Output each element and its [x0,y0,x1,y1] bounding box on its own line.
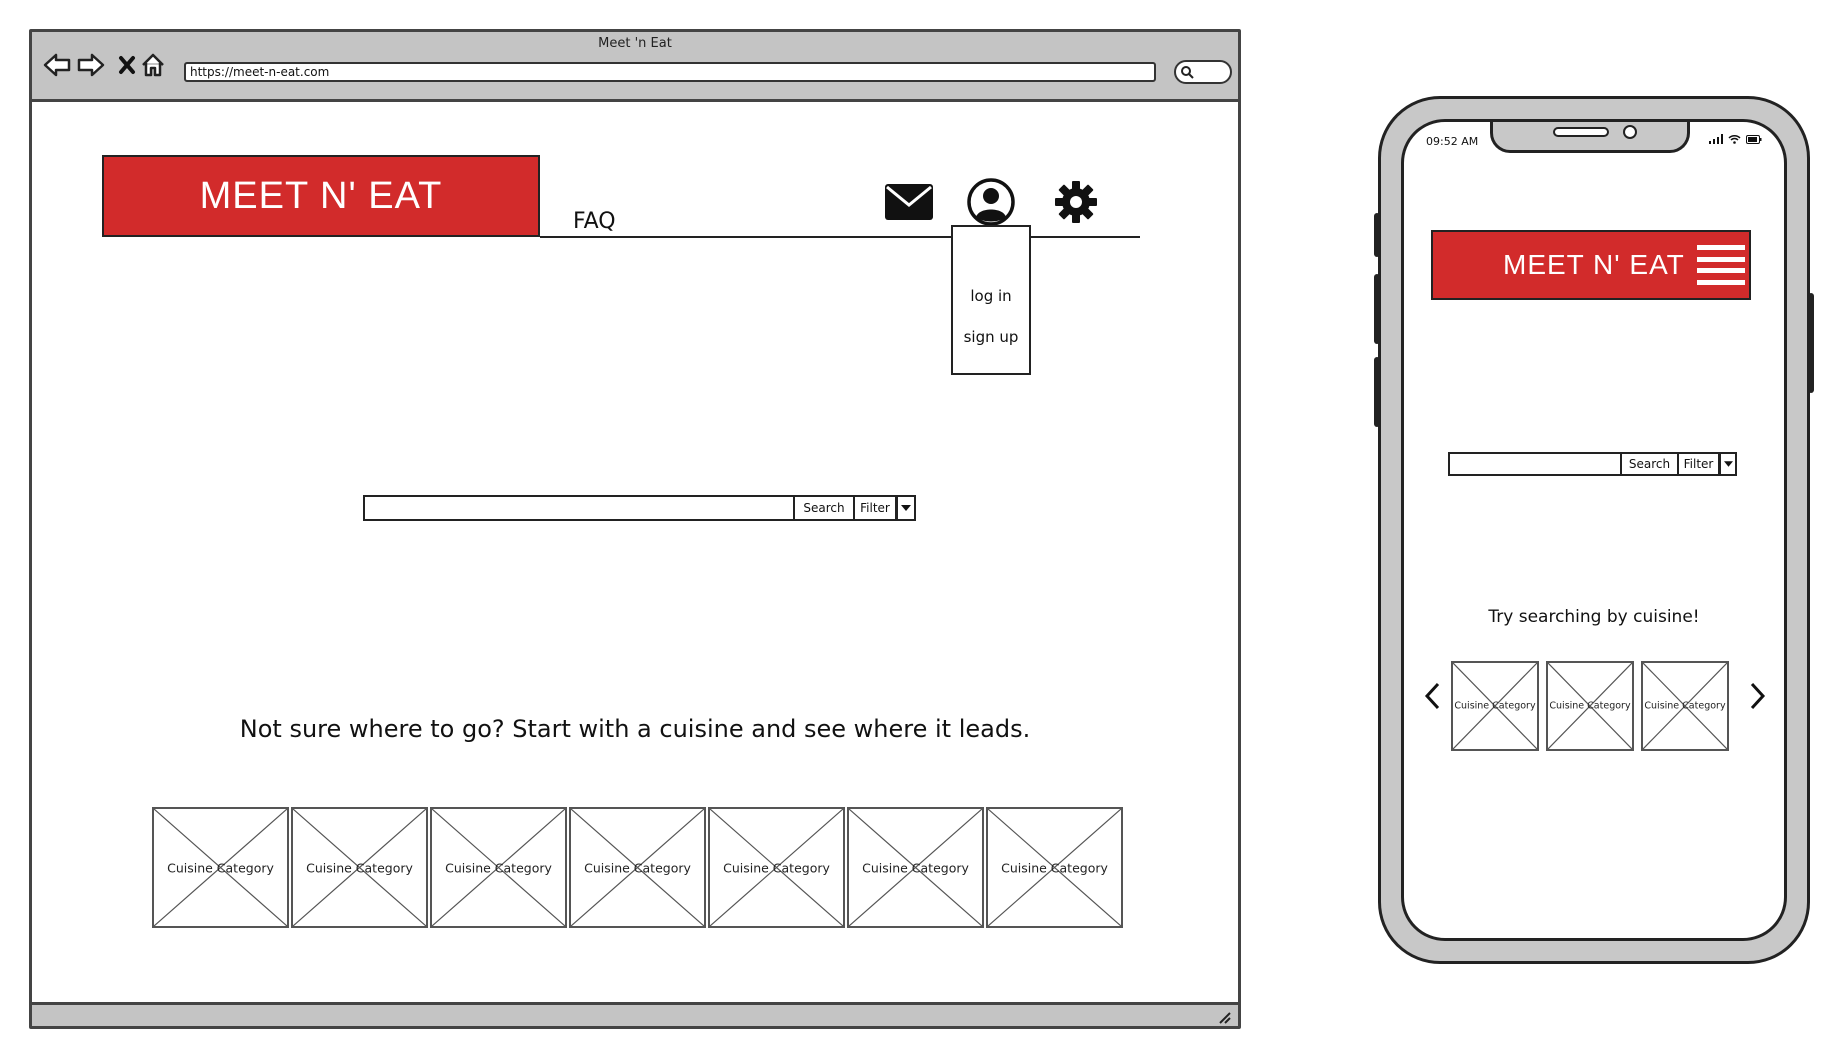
cuisine-tile-label: Cuisine Category [167,860,274,875]
cuisine-tile-label: Cuisine Category [1001,860,1108,875]
cuisine-tile[interactable]: Cuisine Category [291,807,428,928]
cuisine-tile[interactable]: Cuisine Category [847,807,984,928]
url-input[interactable]: https://meet-n-eat.com [184,62,1156,82]
account-dropdown-menu: log in sign up [951,225,1031,375]
resize-grip-icon[interactable] [1216,1010,1232,1024]
phone-search-button[interactable]: Search [1622,452,1679,476]
signal-icon [1709,134,1723,144]
cuisine-tile-label: Cuisine Category [445,860,552,875]
browser-titlebar: Meet 'n Eat https://meet-n-eat.com [32,32,1238,102]
header-divider [540,236,1140,238]
caret-down-icon [1723,461,1733,467]
hamburger-menu-icon[interactable] [1697,245,1745,285]
phone-power-button [1808,293,1814,393]
mail-icon[interactable] [883,176,935,228]
log-in-menu-item[interactable]: log in [953,287,1029,305]
faq-link[interactable]: FAQ [573,209,616,234]
cuisine-tile-label: Cuisine Category [1549,700,1631,712]
browser-statusbar [32,1002,1238,1026]
phone-notch [1490,122,1690,153]
caret-down-icon [901,505,911,511]
battery-icon [1746,134,1762,144]
phone-cuisine-tile-row: Cuisine Category Cuisine Category Cuisin… [1451,661,1731,751]
phone-volume-up-button [1374,274,1380,344]
wifi-icon [1728,135,1741,144]
cuisine-tile-label: Cuisine Category [723,860,830,875]
home-icon[interactable] [138,50,168,80]
browser-search-box[interactable] [1174,60,1232,84]
search-input[interactable] [363,495,795,521]
back-arrow-icon[interactable] [42,50,72,80]
cuisine-tile[interactable]: Cuisine Category [152,807,289,928]
filter-dropdown-toggle[interactable] [897,495,916,521]
cuisine-tile[interactable]: Cuisine Category [430,807,567,928]
cuisine-tile[interactable]: Cuisine Category [569,807,706,928]
phone-status-icons [1709,134,1762,144]
carousel-next-chevron-icon[interactable] [1746,678,1770,714]
window-title: Meet 'n Eat [598,36,672,51]
cuisine-tile-label: Cuisine Category [1454,700,1536,712]
phone-volume-down-button [1374,357,1380,427]
phone-clock: 09:52 AM [1426,135,1479,148]
cuisine-tile-label: Cuisine Category [584,860,691,875]
cuisine-tile-label: Cuisine Category [1644,700,1726,712]
sign-up-menu-item[interactable]: sign up [953,328,1029,346]
browser-window: Meet 'n Eat https://meet-n-eat.com MEET … [29,29,1241,1029]
phone-frame: 09:52 AM MEET N' EAT Search Filter Try s… [1374,96,1814,964]
cuisine-tile[interactable]: Cuisine Category [1546,661,1634,751]
cuisine-tile[interactable]: Cuisine Category [1451,661,1539,751]
phone-filter-dropdown-toggle[interactable] [1720,452,1737,476]
forward-arrow-icon[interactable] [76,50,106,80]
speaker-icon [1553,127,1609,137]
cuisine-tile-label: Cuisine Category [306,860,413,875]
phone-mute-button [1374,213,1380,257]
phone-cuisine-caption: Try searching by cuisine! [1488,607,1700,627]
gear-icon[interactable] [1050,176,1102,228]
cuisine-tile[interactable]: Cuisine Category [986,807,1123,928]
cuisine-tile[interactable]: Cuisine Category [1641,661,1729,751]
phone-filter-button[interactable]: Filter [1679,452,1720,476]
cuisine-tile[interactable]: Cuisine Category [708,807,845,928]
phone-screen: 09:52 AM MEET N' EAT Search Filter Try s… [1401,119,1787,941]
search-bar: Search Filter [363,495,916,521]
cuisine-tagline: Not sure where to go? Start with a cuisi… [239,715,1031,743]
phone-search-bar: Search Filter [1448,452,1737,476]
filter-button[interactable]: Filter [855,495,897,521]
search-icon [1181,66,1194,79]
cuisine-tile-row: Cuisine Category Cuisine Category Cuisin… [152,807,1125,928]
phone-search-input[interactable] [1448,452,1622,476]
carousel-prev-chevron-icon[interactable] [1420,678,1444,714]
user-account-icon[interactable] [965,176,1017,228]
search-button[interactable]: Search [795,495,855,521]
camera-icon [1623,125,1637,139]
phone-brand-text: MEET N' EAT [1503,249,1685,280]
brand-logo[interactable]: MEET N' EAT [102,155,540,237]
phone-brand-logo[interactable]: MEET N' EAT [1431,230,1751,300]
cuisine-tile-label: Cuisine Category [862,860,969,875]
